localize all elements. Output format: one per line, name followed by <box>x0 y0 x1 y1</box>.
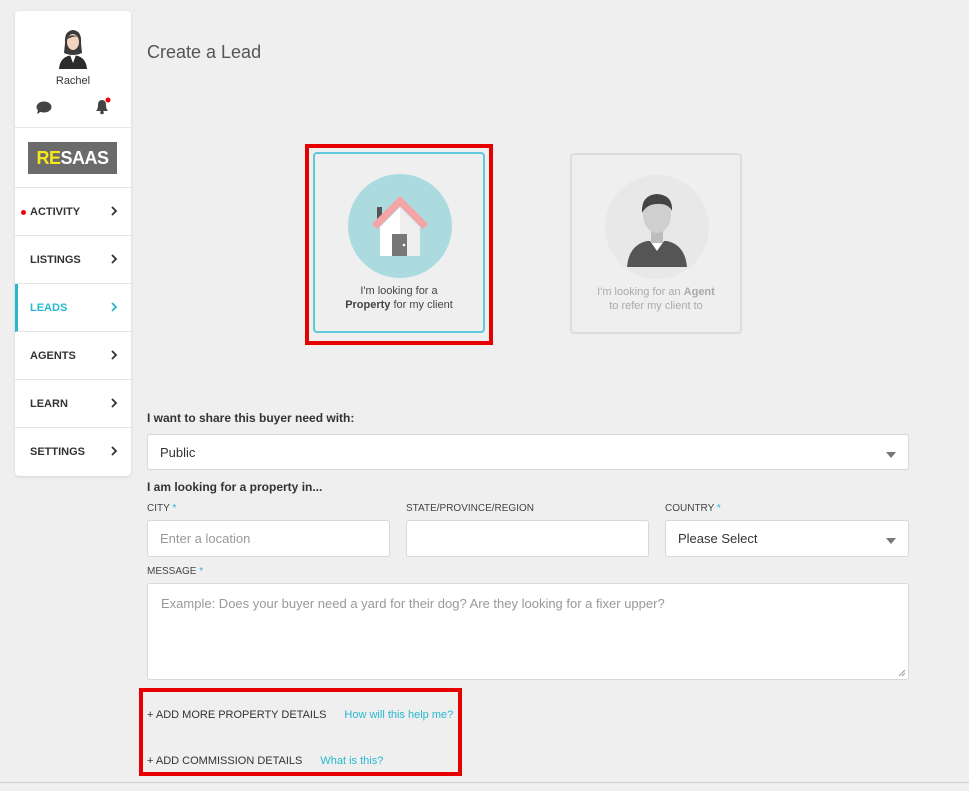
highlight-box-property-card <box>305 144 493 345</box>
dropdown-arrow-icon <box>886 452 896 458</box>
chevron-right-icon <box>111 206 118 216</box>
sidebar: Rachel RESAAS ACTIVITY LISTINGS LEADS AG… <box>15 11 131 476</box>
chevron-right-icon <box>111 350 118 360</box>
chevron-right-icon <box>111 398 118 408</box>
chevron-right-icon <box>111 446 118 456</box>
state-input[interactable] <box>406 520 649 557</box>
notification-dot <box>21 210 26 215</box>
share-label: I want to share this buyer need with: <box>147 411 355 425</box>
chevron-right-icon <box>111 302 118 312</box>
nav-item-activity[interactable]: ACTIVITY <box>15 188 131 236</box>
bell-icon[interactable] <box>93 97 111 115</box>
location-label: I am looking for a property in... <box>147 480 323 494</box>
page-title: Create a Lead <box>147 42 262 62</box>
nav-item-leads[interactable]: LEADS <box>15 284 131 332</box>
message-placeholder: Example: Does your buyer need a yard for… <box>161 596 665 611</box>
resaas-logo[interactable]: RESAAS <box>28 142 117 174</box>
agent-card-text: I'm looking for an Agent to refer my cli… <box>597 286 715 312</box>
share-select-value: Public <box>160 444 196 460</box>
dropdown-arrow-icon <box>886 538 896 544</box>
notification-dot <box>105 97 111 103</box>
state-label: STATE/PROVINCE/REGION <box>406 503 534 514</box>
country-select[interactable]: Please Select <box>665 520 909 557</box>
message-textarea[interactable]: Example: Does your buyer need a yard for… <box>147 583 909 680</box>
city-placeholder: Enter a location <box>160 531 251 546</box>
city-input[interactable]: Enter a location <box>147 520 390 557</box>
city-label: CITY * <box>147 503 177 514</box>
agent-avatar-icon <box>627 194 687 267</box>
nav-label: LEADS <box>30 301 68 314</box>
message-label: MESSAGE * <box>147 566 204 577</box>
profile-section: Rachel <box>15 11 131 128</box>
share-select[interactable]: Public <box>147 434 909 470</box>
highlight-box-details-links <box>139 688 462 776</box>
nav-item-settings[interactable]: SETTINGS <box>15 428 131 476</box>
chevron-right-icon <box>111 254 118 264</box>
card-icon-circle <box>605 175 709 279</box>
user-avatar[interactable] <box>56 27 90 69</box>
resize-grip-icon[interactable] <box>898 669 906 677</box>
nav-item-learn[interactable]: LEARN <box>15 380 131 428</box>
nav-label: SETTINGS <box>30 446 86 458</box>
country-label: COUNTRY * <box>665 503 721 514</box>
nav-label: ACTIVITY <box>30 205 81 218</box>
nav-label: LEARN <box>30 397 68 410</box>
nav-label: AGENTS <box>30 349 76 362</box>
user-name: Rachel <box>55 75 91 87</box>
nav-label: LISTINGS <box>30 253 81 266</box>
country-select-value: Please Select <box>678 531 758 546</box>
agent-lead-card[interactable]: I'm looking for an Agent to refer my cli… <box>570 153 742 334</box>
nav-item-agents[interactable]: AGENTS <box>15 332 131 380</box>
logo-section: RESAAS <box>15 128 131 188</box>
nav-item-listings[interactable]: LISTINGS <box>15 236 131 284</box>
chat-icon[interactable] <box>36 101 52 115</box>
bottom-divider <box>0 782 969 783</box>
